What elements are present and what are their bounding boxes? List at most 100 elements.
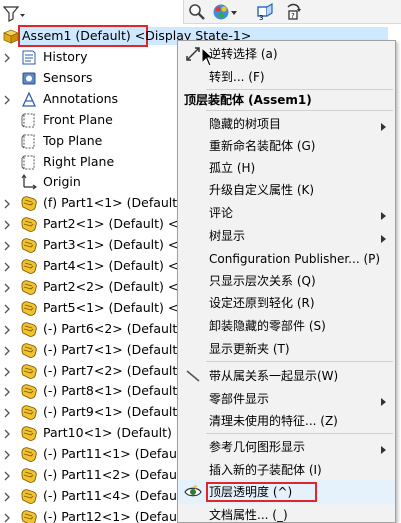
expand-arrow-icon[interactable] — [4, 491, 11, 502]
tree-item-label: Top Plane — [43, 132, 103, 148]
part-icon — [20, 467, 38, 484]
annotations-icon — [20, 91, 38, 108]
expand-arrow-icon[interactable] — [4, 261, 11, 272]
menu-item-label: 顶层透明度 (^) — [209, 485, 293, 499]
menu-item-label: 只显示层次关系 (Q) — [209, 274, 316, 288]
menu-separator — [206, 110, 393, 111]
expand-arrow-icon[interactable] — [4, 470, 11, 481]
menu-item[interactable]: 设定还原到轻化 (R) — [178, 292, 395, 314]
expand-arrow-icon[interactable] — [4, 366, 11, 376]
part-icon — [20, 279, 38, 296]
view-orientation-icon[interactable]: 3 — [256, 2, 276, 22]
menu-item[interactable]: 零部件显示 — [178, 388, 395, 410]
menu-item[interactable]: 卸装隐藏的零部件 (S) — [178, 315, 395, 337]
expand-arrow-icon[interactable] — [4, 303, 11, 314]
part-icon — [20, 300, 38, 317]
tree-item-label: Origin — [43, 174, 81, 190]
expand-arrow-icon[interactable] — [4, 324, 11, 335]
menu-item-label: 文档属性... (_) — [209, 508, 288, 522]
menu-item[interactable]: 清理未使用的特征... (Z) — [178, 410, 395, 432]
part-icon — [20, 509, 38, 523]
context-menu: 逆转选择 (a) 转到... (F) 顶层装配体 (Assem1) 隐藏的树项目 重新命… — [177, 40, 396, 523]
expand-arrow-icon[interactable] — [4, 282, 11, 293]
display-style-icon[interactable]: ? — [284, 3, 304, 21]
tree-item-label: Right Plane — [43, 153, 115, 169]
part-icon — [20, 363, 38, 380]
menu-item[interactable]: 重新命名装配体 (G) — [178, 135, 395, 157]
menu-separator — [206, 89, 393, 90]
plane-icon — [20, 112, 38, 129]
menu-item[interactable]: 顶层透明度 (^) — [178, 481, 395, 503]
submenu-arrow-icon — [381, 443, 386, 454]
filter-icon[interactable] — [2, 5, 27, 23]
menu-item-label: 清理未使用的特征... (Z) — [209, 414, 338, 428]
menu-item-label: 转到... (F) — [209, 70, 265, 84]
menu-item[interactable]: 显示更新夹 (T) — [178, 338, 395, 360]
tree-item-label: Front Plane — [43, 111, 113, 127]
submenu-arrow-icon — [381, 395, 386, 406]
expand-arrow-icon[interactable] — [4, 512, 11, 523]
history-icon — [20, 49, 38, 66]
part-icon — [20, 195, 38, 212]
svg-text:?: ? — [291, 12, 295, 20]
toolbar: 3 ? — [0, 0, 401, 26]
svg-text:3: 3 — [259, 14, 263, 21]
expand-arrow-icon[interactable] — [4, 198, 11, 209]
appearance-icon[interactable] — [212, 3, 238, 21]
expand-arrow-icon[interactable] — [4, 240, 11, 251]
assembly-icon — [2, 28, 20, 45]
menu-separator — [206, 361, 393, 362]
menu-item[interactable]: Configuration Publisher... (P) — [178, 248, 395, 270]
menu-item[interactable]: 隐藏的树项目 — [178, 113, 395, 135]
part-icon — [20, 488, 38, 505]
expand-arrow-icon[interactable] — [4, 449, 11, 460]
menu-item-label: 卸装隐藏的零部件 (S) — [209, 319, 326, 333]
menu-item[interactable]: 文档属性... (_) — [178, 504, 395, 523]
menu-item-label: 参考几何图形显示 — [209, 440, 306, 454]
no-icon — [184, 367, 202, 385]
expand-arrow-icon[interactable] — [4, 94, 11, 105]
menu-item[interactable]: 插入新的子装配体 (I) — [178, 459, 395, 481]
part-icon — [20, 258, 38, 275]
part-icon — [20, 342, 38, 359]
menu-item-label: 重新命名装配体 (G) — [209, 139, 316, 153]
tree-item-label: Sensors — [43, 69, 93, 85]
menu-separator — [206, 433, 393, 434]
expand-arrow-icon[interactable] — [4, 428, 11, 439]
menu-item[interactable]: 评论 — [178, 202, 395, 224]
menu-item[interactable]: 只显示层次关系 (Q) — [178, 270, 395, 292]
menu-item[interactable]: 带从属关系一起显示(W) — [178, 365, 395, 387]
plane-icon — [20, 154, 38, 171]
menu-item[interactable]: 孤立 (H) — [178, 157, 395, 179]
menu-item-label: 带从属关系一起显示(W) — [209, 369, 339, 383]
menu-item-label: 插入新的子装配体 (I) — [209, 463, 322, 477]
expand-arrow-icon[interactable] — [4, 52, 11, 63]
expand-arrow-icon[interactable] — [4, 345, 11, 356]
menu-item[interactable]: 逆转选择 (a) — [178, 43, 395, 65]
part-icon — [20, 321, 38, 338]
menu-item-label: 评论 — [209, 206, 234, 220]
expand-arrow-icon[interactable] — [4, 407, 11, 418]
menu-item-label: 隐藏的树项目 — [209, 117, 282, 131]
menu-item-label: 设定还原到轻化 (R) — [209, 296, 315, 310]
submenu-arrow-icon — [381, 232, 386, 243]
menu-item-label: 显示更新夹 (T) — [209, 342, 290, 356]
expand-arrow-icon[interactable] — [4, 219, 11, 230]
menu-item-label: 逆转选择 (a) — [209, 47, 278, 61]
tree-item-label: History — [43, 49, 88, 64]
plane-icon — [20, 133, 38, 150]
menu-item-label: 零部件显示 — [209, 392, 270, 406]
part-icon — [20, 404, 38, 421]
menu-item[interactable]: 转到... (F) — [178, 66, 395, 88]
transparency-icon — [184, 483, 202, 501]
part-icon — [20, 446, 38, 463]
part-icon — [20, 216, 38, 233]
submenu-arrow-icon — [381, 120, 386, 131]
menu-item[interactable]: 树显示 — [178, 225, 395, 247]
part-icon — [20, 383, 38, 400]
sensors-icon — [20, 70, 38, 87]
expand-arrow-icon[interactable] — [4, 386, 11, 397]
menu-item[interactable]: 升级自定义属性 (K) — [178, 179, 395, 201]
zoom-icon[interactable] — [187, 3, 207, 21]
menu-item[interactable]: 参考几何图形显示 — [178, 436, 395, 458]
